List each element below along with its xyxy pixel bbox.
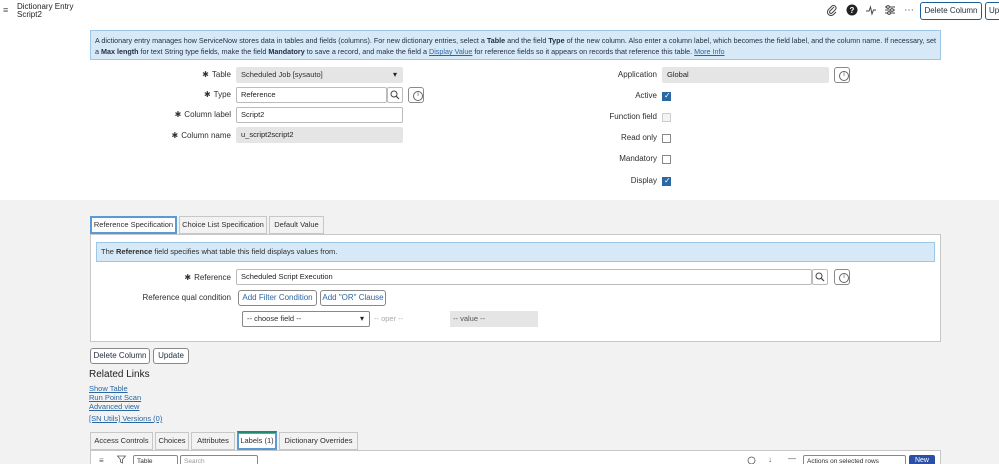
dictionary-info-message: A dictionary entry manages how ServiceNo… xyxy=(90,30,941,60)
column-name-field: u_script2script2 xyxy=(236,127,403,143)
type-info-icon[interactable] xyxy=(408,87,424,103)
application-label: Application xyxy=(617,70,657,79)
update-button[interactable]: Up xyxy=(985,2,999,20)
add-filter-condition-button[interactable]: Add Filter Condition xyxy=(238,290,317,306)
display-label: Display xyxy=(630,176,657,185)
filter-icon[interactable] xyxy=(116,455,127,464)
more-icon[interactable]: ⋯ xyxy=(902,4,916,18)
sn-utils-versions-link[interactable]: [SN Utils] Versions (0) xyxy=(89,414,162,424)
tab-reference-specification[interactable]: Reference Specification xyxy=(90,216,177,234)
tab-labels[interactable]: Labels (1) xyxy=(237,431,277,450)
search-field-select[interactable]: Table xyxy=(133,455,178,464)
update-bottom-button[interactable]: Update xyxy=(153,348,189,364)
display-value-link[interactable]: Display Value xyxy=(429,47,472,56)
delete-column-bottom-button[interactable]: Delete Column xyxy=(90,348,150,364)
related-links-title: Related Links xyxy=(89,369,150,380)
new-button[interactable]: New xyxy=(909,455,935,464)
reference-search-icon[interactable] xyxy=(812,269,828,285)
choose-field-select[interactable]: -- choose field -- xyxy=(242,311,370,327)
list-menu-icon[interactable]: ≡ xyxy=(99,456,104,464)
read-only-label: Read only xyxy=(620,133,657,142)
mandatory-checkbox[interactable] xyxy=(662,155,671,164)
advanced-view-link[interactable]: Advanced view xyxy=(89,402,139,412)
actions-select[interactable]: Actions on selected rows xyxy=(803,455,906,464)
required-icon: ✱ xyxy=(203,90,211,99)
svg-text:?: ? xyxy=(850,6,855,15)
required-icon: ✱ xyxy=(174,110,182,119)
required-icon: ✱ xyxy=(184,273,192,282)
application-info-icon[interactable] xyxy=(834,67,850,83)
delete-column-button[interactable]: Delete Column xyxy=(920,2,982,20)
collapse-icon[interactable]: — xyxy=(788,454,796,463)
table-label: ✱ Table xyxy=(202,70,231,79)
hamburger-menu-icon[interactable]: ≡ xyxy=(3,5,11,15)
active-checkbox[interactable] xyxy=(662,91,671,101)
column-name-label: ✱ Column name xyxy=(171,131,231,140)
list-search-input[interactable]: Search xyxy=(180,455,258,464)
reference-info-icon[interactable] xyxy=(834,269,850,285)
type-label: ✱ Type xyxy=(203,90,231,99)
record-name: Script2 xyxy=(17,10,42,19)
sort-icon[interactable]: ↓ xyxy=(768,455,772,464)
tab-attributes[interactable]: Attributes xyxy=(191,432,235,450)
sliders-icon[interactable] xyxy=(883,4,897,18)
column-label-field[interactable]: Script2 xyxy=(236,107,403,123)
function-field-label: Function field xyxy=(609,112,657,121)
active-label: Active xyxy=(635,91,657,100)
function-field-checkbox xyxy=(662,113,671,122)
tab-default-value[interactable]: Default Value xyxy=(269,216,324,234)
settings-icon[interactable] xyxy=(747,456,757,464)
tab-choice-list-specification[interactable]: Choice List Specification xyxy=(179,216,267,234)
operator-select[interactable]: -- oper -- xyxy=(372,311,450,327)
column-label-label: ✱ Column label xyxy=(174,110,231,119)
paperclip-icon[interactable] xyxy=(825,4,839,18)
read-only-checkbox[interactable] xyxy=(662,134,671,143)
more-info-link[interactable]: More Info xyxy=(694,47,724,56)
tab-dictionary-overrides[interactable]: Dictionary Overrides xyxy=(279,432,358,450)
help-icon[interactable]: ? xyxy=(845,4,859,18)
lookup-search-icon[interactable] xyxy=(387,87,403,103)
type-field[interactable]: Reference xyxy=(236,87,387,103)
activity-icon[interactable] xyxy=(864,4,878,18)
display-checkbox[interactable] xyxy=(662,176,671,186)
value-field[interactable]: -- value -- xyxy=(450,311,538,327)
reference-field[interactable]: Scheduled Script Execution xyxy=(236,269,812,285)
reference-label: ✱ Reference xyxy=(184,273,231,282)
mandatory-label: Mandatory xyxy=(619,154,657,163)
required-icon: ✱ xyxy=(202,70,209,79)
reference-qual-label: Reference qual condition xyxy=(142,293,231,302)
required-icon: ✱ xyxy=(171,131,179,140)
application-field: Global xyxy=(662,67,829,83)
reference-info-message: The Reference field specifies what table… xyxy=(96,242,935,262)
table-select[interactable]: Scheduled Job [sysauto] xyxy=(236,67,403,83)
tab-access-controls[interactable]: Access Controls xyxy=(90,432,153,450)
add-or-clause-button[interactable]: Add "OR" Clause xyxy=(320,290,386,306)
tab-choices[interactable]: Choices xyxy=(155,432,189,450)
